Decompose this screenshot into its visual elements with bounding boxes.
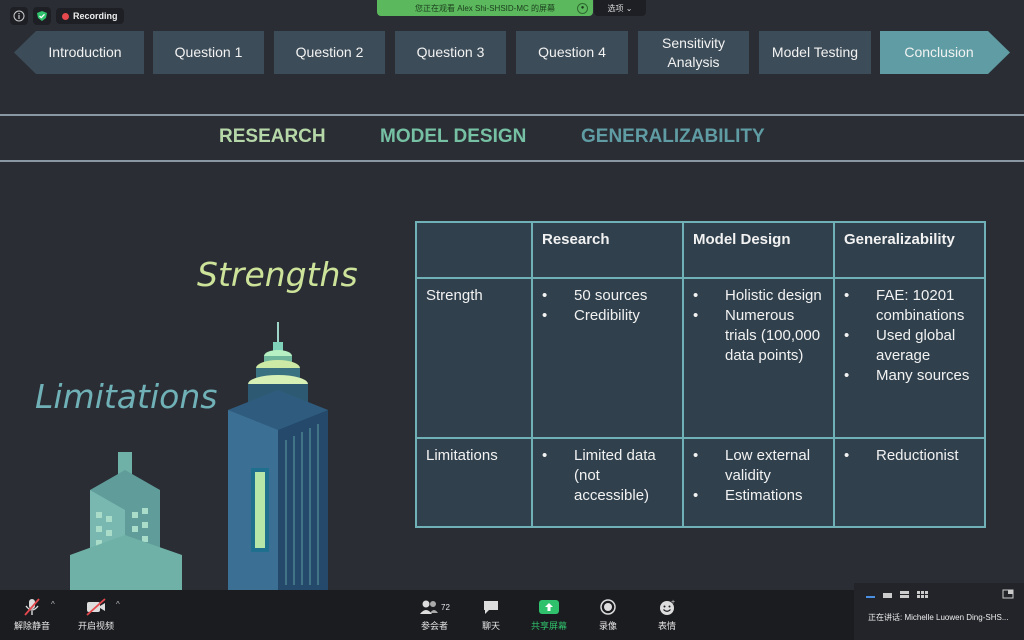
participants-count: 72 — [441, 602, 450, 612]
strengths-heading: Strengths — [197, 255, 358, 294]
participants-button[interactable]: 72 参会者 — [419, 598, 450, 632]
list-item: • Used global average — [844, 327, 956, 364]
participants-icon — [420, 600, 438, 614]
active-speaker-panel[interactable]: 正在讲话: Michelle Luowen Ding-SHS... — [854, 583, 1024, 640]
nav-item-question-1[interactable]: Question 1 — [153, 31, 264, 74]
row-label: Strength — [415, 277, 533, 439]
audio-options-caret-icon[interactable]: ^ — [51, 600, 55, 609]
microphone-muted-icon — [24, 598, 40, 616]
table-cell: • Limited data (not accessible) — [531, 437, 684, 528]
unmute-label: 解除静音 — [14, 621, 51, 631]
table-cell: • Reductionist — [833, 437, 986, 528]
view-layout-icons[interactable] — [864, 590, 934, 600]
chat-button[interactable]: 聊天 — [481, 598, 501, 632]
recording-dot-icon — [62, 12, 69, 20]
presentation-slide: Introduction Question 1 Question 2 Quest… — [0, 0, 1024, 590]
reactions-button[interactable]: + 表情 — [657, 598, 677, 632]
security-shield-icon[interactable] — [33, 7, 51, 25]
table-cell: • 50 sources • Credibility — [531, 277, 684, 439]
reactions-label: 表情 — [657, 621, 676, 631]
list-item: • Credibility — [542, 307, 640, 324]
meeting-top-overlay: Recording 您正在观看 Alex Shi-SHSID-MC 的屏幕 ● 选… — [0, 0, 1024, 30]
active-speaker-label: 正在讲话: Michelle Luowen Ding-SHS... — [868, 613, 1009, 622]
table-header-cell: Model Design — [682, 221, 835, 279]
table-cell: • FAE: 10201 combinations • Used global av… — [833, 277, 986, 439]
table-header-cell — [415, 221, 533, 279]
list-item: • Limited data (not accessible) — [542, 447, 656, 504]
strengths-limitations-table: Research Model Design Generalizability S… — [415, 221, 986, 528]
status-ok-icon: ● — [577, 3, 588, 14]
viewing-text: 您正在观看 Alex Shi-SHSID-MC 的屏幕 — [414, 3, 555, 13]
list-item: • 50 sources — [542, 287, 648, 304]
minimize-thumbnail-icon[interactable] — [1002, 589, 1014, 599]
share-screen-button[interactable]: 共享屏幕 — [531, 598, 567, 632]
view-options-button[interactable]: 选项 ⌄ — [594, 0, 646, 16]
subtab-research[interactable]: RESEARCH — [219, 126, 326, 148]
skyscraper-illustration — [70, 322, 328, 590]
recording-label: Recording — [73, 11, 118, 21]
divider-bottom — [0, 160, 1024, 162]
list-item: • Holistic design — [693, 287, 822, 304]
video-off-icon — [86, 598, 106, 616]
divider-top — [0, 114, 1024, 116]
video-options-caret-icon[interactable]: ^ — [116, 600, 120, 609]
svg-text:+: + — [671, 599, 675, 606]
list-item: • Reductionist — [844, 447, 959, 464]
unmute-button[interactable]: 解除静音 — [14, 598, 50, 632]
nav-item-conclusion[interactable]: Conclusion — [880, 31, 998, 74]
nav-item-introduction[interactable]: Introduction — [26, 31, 144, 74]
subtab-generalizability[interactable]: GENERALIZABILITY — [581, 126, 765, 148]
list-item: • Estimations — [693, 487, 803, 504]
list-item: • Low external validity — [693, 447, 811, 484]
start-video-label: 开启视频 — [78, 621, 115, 631]
share-screen-icon — [539, 600, 559, 614]
viewing-screen-banner: 您正在观看 Alex Shi-SHSID-MC 的屏幕 ● — [377, 0, 593, 16]
nav-item-question-2[interactable]: Question 2 — [274, 31, 385, 74]
share-screen-label: 共享屏幕 — [531, 621, 568, 631]
nav-item-question-3[interactable]: Question 3 — [395, 31, 506, 74]
recording-indicator[interactable]: Recording — [56, 8, 124, 24]
chat-label: 聊天 — [481, 621, 500, 631]
info-icon[interactable] — [10, 7, 28, 25]
chat-icon — [484, 601, 498, 614]
row-label: Limitations — [415, 437, 533, 528]
table-cell: • Low external validity • Estimations — [682, 437, 835, 528]
record-label: 录像 — [598, 621, 617, 631]
nav-item-model-testing[interactable]: Model Testing — [759, 31, 871, 74]
subtab-model-design[interactable]: MODEL DESIGN — [380, 126, 526, 148]
participants-label: 参会者 — [420, 621, 448, 631]
list-item: • FAE: 10201 combinations — [844, 287, 965, 324]
table-header-row: Research Model Design Generalizability — [415, 221, 986, 279]
list-item: • Numerous trials (100,000 data points) — [693, 307, 821, 364]
table-header-cell: Generalizability — [833, 221, 986, 279]
record-icon — [600, 599, 616, 615]
table-row: Strength • 50 sources • Credibility • Holis… — [415, 277, 986, 439]
nav-item-sensitivity-analysis[interactable]: Sensitivity Analysis — [638, 31, 749, 74]
table-header-cell: Research — [531, 221, 684, 279]
list-item: • Many sources — [844, 367, 970, 384]
start-video-button[interactable]: 开启视频 — [78, 598, 114, 632]
table-row: Limitations • Limited data (not accessibl… — [415, 437, 986, 528]
reactions-emoji-icon: + — [660, 599, 675, 615]
record-button[interactable]: 录像 — [598, 598, 618, 632]
nav-item-question-4[interactable]: Question 4 — [516, 31, 628, 74]
table-cell: • Holistic design • Numerous trials (100,0… — [682, 277, 835, 439]
